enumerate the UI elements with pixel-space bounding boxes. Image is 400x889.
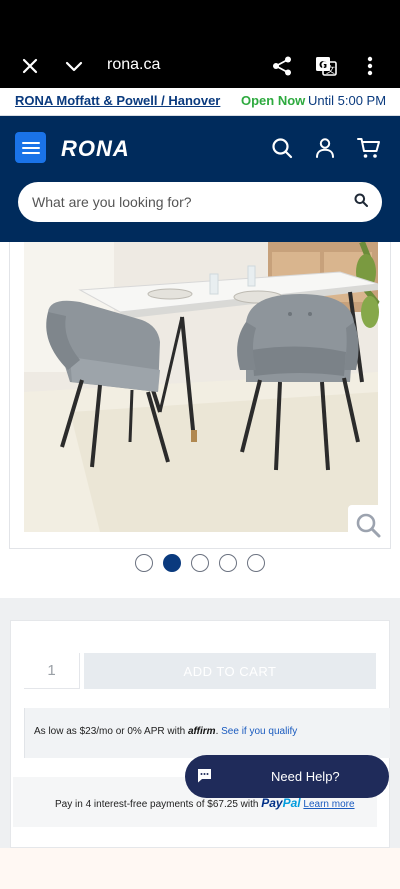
affirm-qualify-link[interactable]: See if you qualify [221,726,297,737]
affirm-logo: affirm [187,726,216,737]
paypal-text: Pay in 4 interest-free payments of $67.2… [55,796,355,810]
affirm-financing-box: As low as $23/mo or 0% APR with affirm. … [24,708,390,758]
carousel-dot-2[interactable] [163,554,181,572]
menu-icon [21,141,40,154]
site-header: RONA [0,116,400,242]
need-help-label: Need Help? [271,769,340,784]
product-image-card[interactable] [9,242,391,549]
paypal-prefix: Pay in 4 interest-free payments of $67.2… [55,799,259,810]
need-help-button[interactable]: Need Help? [185,755,389,798]
carousel-dot-5[interactable] [247,554,265,572]
user-icon[interactable] [311,134,339,162]
url-text[interactable]: rona.ca [107,56,160,74]
search-icon[interactable] [268,134,296,162]
translate-icon[interactable]: G文 [312,52,340,80]
store-info-bar: RONA Moffatt & Powell / Hanover Open Now… [0,88,400,116]
paypal-logo: PayPal [261,796,301,810]
add-to-cart-button[interactable]: ADD TO CART [84,653,376,689]
carousel-dot-4[interactable] [219,554,237,572]
svg-text:文: 文 [326,64,335,76]
chat-bubble-icon [198,769,211,783]
store-hours: Until 5:00 PM [308,93,387,108]
zoom-icon [356,513,381,538]
affirm-prefix: As low as $23/mo or 0% APR with [34,726,186,737]
store-name-link[interactable]: RONA Moffatt & Powell / Hanover [15,93,220,108]
cart-icon[interactable] [355,134,383,162]
search-input[interactable] [32,194,354,210]
browser-toolbar: rona.ca G文 [0,0,400,88]
carousel-dot-1[interactable] [135,554,153,572]
search-bar[interactable] [18,182,382,222]
carousel-dot-3[interactable] [191,554,209,572]
carousel-pagination [0,554,400,574]
search-submit-icon[interactable] [354,193,368,212]
product-image [10,242,390,548]
paypal-learn-more-link[interactable]: Learn more [303,799,354,810]
close-icon[interactable] [16,52,44,80]
footer-strip [0,848,400,889]
chevron-down-icon[interactable] [60,52,88,80]
store-status: Open Now [241,93,306,108]
more-vertical-icon[interactable] [356,52,384,80]
zoom-button[interactable] [348,505,388,545]
affirm-text: As low as $23/mo or 0% APR with affirm. … [34,726,298,737]
share-icon[interactable] [268,52,296,80]
quantity-input[interactable]: 1 [24,653,80,689]
rona-logo[interactable]: RONA [61,136,130,162]
menu-button[interactable] [15,132,46,163]
